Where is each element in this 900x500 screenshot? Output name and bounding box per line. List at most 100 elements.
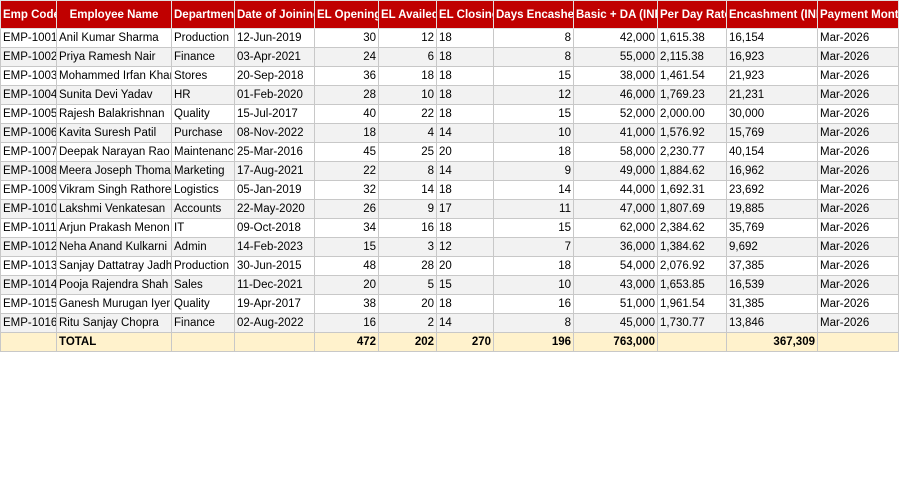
department-cell[interactable]: IT [171, 218, 235, 238]
el-opening-cell[interactable]: 48 [314, 256, 379, 276]
el-availed-cell[interactable]: 8 [378, 161, 437, 181]
date-of-joining-cell[interactable]: 25-Mar-2016 [234, 142, 315, 162]
date-of-joining-cell[interactable]: 22-May-2020 [234, 199, 315, 219]
department-cell[interactable]: Sales [171, 275, 235, 295]
date-of-joining-cell[interactable]: 09-Oct-2018 [234, 218, 315, 238]
date-of-joining-cell[interactable]: 17-Aug-2021 [234, 161, 315, 181]
date-of-joining-cell[interactable]: 19-Apr-2017 [234, 294, 315, 314]
emp-code-cell[interactable]: EMP-1014 [0, 275, 57, 295]
date-of-joining-cell[interactable]: 02-Aug-2022 [234, 313, 315, 333]
department-cell[interactable]: Finance [171, 313, 235, 333]
per-day-rate-cell[interactable]: 1,615.38 [657, 28, 727, 48]
per-day-rate-cell[interactable]: 1,769.23 [657, 85, 727, 105]
el-availed-cell[interactable]: 2 [378, 313, 437, 333]
el-availed-cell[interactable]: 5 [378, 275, 437, 295]
el-opening-cell[interactable]: 32 [314, 180, 379, 200]
payment-month-cell[interactable]: Mar-2026 [817, 85, 899, 105]
encashment-cell[interactable]: 23,692 [726, 180, 818, 200]
employee-name-cell[interactable]: Ganesh Murugan Iyer [56, 294, 172, 314]
header-per-day-rate[interactable]: Per Day Rate [657, 0, 727, 29]
payment-month-cell[interactable]: Mar-2026 [817, 142, 899, 162]
days-encashed-cell[interactable]: 18 [493, 256, 574, 276]
el-opening-cell[interactable]: 38 [314, 294, 379, 314]
basic-da-cell[interactable]: 51,000 [573, 294, 658, 314]
emp-code-cell[interactable]: EMP-1006 [0, 123, 57, 143]
department-cell[interactable]: Stores [171, 66, 235, 86]
employee-name-cell[interactable]: Kavita Suresh Patil [56, 123, 172, 143]
el-availed-cell[interactable]: 28 [378, 256, 437, 276]
encashment-cell[interactable]: 15,769 [726, 123, 818, 143]
emp-code-cell[interactable]: EMP-1005 [0, 104, 57, 124]
emp-code-cell[interactable]: EMP-1013 [0, 256, 57, 276]
el-closing-cell[interactable]: 18 [436, 218, 494, 238]
el-availed-cell[interactable]: 6 [378, 47, 437, 67]
total-empty-cell[interactable] [234, 332, 315, 352]
el-availed-cell[interactable]: 20 [378, 294, 437, 314]
encashment-cell[interactable]: 21,231 [726, 85, 818, 105]
header-payment-month[interactable]: Payment Month [817, 0, 899, 29]
el-availed-cell[interactable]: 3 [378, 237, 437, 257]
payment-month-cell[interactable]: Mar-2026 [817, 123, 899, 143]
per-day-rate-cell[interactable]: 1,576.92 [657, 123, 727, 143]
total-el-closing[interactable]: 270 [436, 332, 494, 352]
el-availed-cell[interactable]: 10 [378, 85, 437, 105]
el-availed-cell[interactable]: 22 [378, 104, 437, 124]
employee-name-cell[interactable]: Ritu Sanjay Chopra [56, 313, 172, 333]
date-of-joining-cell[interactable]: 05-Jan-2019 [234, 180, 315, 200]
days-encashed-cell[interactable]: 12 [493, 85, 574, 105]
el-availed-cell[interactable]: 9 [378, 199, 437, 219]
total-empty-cell[interactable] [171, 332, 235, 352]
total-empty-cell[interactable] [0, 332, 57, 352]
basic-da-cell[interactable]: 45,000 [573, 313, 658, 333]
el-closing-cell[interactable]: 18 [436, 85, 494, 105]
el-opening-cell[interactable]: 24 [314, 47, 379, 67]
header-emp-code[interactable]: Emp Code [0, 0, 57, 29]
department-cell[interactable]: Quality [171, 104, 235, 124]
basic-da-cell[interactable]: 43,000 [573, 275, 658, 295]
el-opening-cell[interactable]: 15 [314, 237, 379, 257]
payment-month-cell[interactable]: Mar-2026 [817, 218, 899, 238]
days-encashed-cell[interactable]: 7 [493, 237, 574, 257]
basic-da-cell[interactable]: 52,000 [573, 104, 658, 124]
payment-month-cell[interactable]: Mar-2026 [817, 199, 899, 219]
el-closing-cell[interactable]: 14 [436, 123, 494, 143]
per-day-rate-cell[interactable]: 2,384.62 [657, 218, 727, 238]
header-el-opening[interactable]: EL Opening [314, 0, 379, 29]
employee-name-cell[interactable]: Lakshmi Venkatesan [56, 199, 172, 219]
department-cell[interactable]: Production [171, 256, 235, 276]
per-day-rate-cell[interactable]: 1,461.54 [657, 66, 727, 86]
encashment-cell[interactable]: 30,000 [726, 104, 818, 124]
department-cell[interactable]: Admin [171, 237, 235, 257]
encashment-cell[interactable]: 16,154 [726, 28, 818, 48]
basic-da-cell[interactable]: 44,000 [573, 180, 658, 200]
department-cell[interactable]: Purchase [171, 123, 235, 143]
emp-code-cell[interactable]: EMP-1007 [0, 142, 57, 162]
basic-da-cell[interactable]: 49,000 [573, 161, 658, 181]
days-encashed-cell[interactable]: 10 [493, 123, 574, 143]
basic-da-cell[interactable]: 54,000 [573, 256, 658, 276]
date-of-joining-cell[interactable]: 14-Feb-2023 [234, 237, 315, 257]
days-encashed-cell[interactable]: 10 [493, 275, 574, 295]
days-encashed-cell[interactable]: 11 [493, 199, 574, 219]
employee-name-cell[interactable]: Sunita Devi Yadav [56, 85, 172, 105]
department-cell[interactable]: Quality [171, 294, 235, 314]
per-day-rate-cell[interactable]: 1,653.85 [657, 275, 727, 295]
el-closing-cell[interactable]: 12 [436, 237, 494, 257]
payment-month-cell[interactable]: Mar-2026 [817, 47, 899, 67]
encashment-cell[interactable]: 13,846 [726, 313, 818, 333]
header-el-availed[interactable]: EL Availed [378, 0, 437, 29]
payment-month-cell[interactable]: Mar-2026 [817, 256, 899, 276]
emp-code-cell[interactable]: EMP-1003 [0, 66, 57, 86]
emp-code-cell[interactable]: EMP-1008 [0, 161, 57, 181]
encashment-cell[interactable]: 16,539 [726, 275, 818, 295]
header-date-of-joining[interactable]: Date of Joining [234, 0, 315, 29]
employee-name-cell[interactable]: Rajesh Balakrishnan [56, 104, 172, 124]
department-cell[interactable]: Production [171, 28, 235, 48]
per-day-rate-cell[interactable]: 1,807.69 [657, 199, 727, 219]
days-encashed-cell[interactable]: 8 [493, 28, 574, 48]
el-opening-cell[interactable]: 30 [314, 28, 379, 48]
total-label[interactable]: TOTAL [56, 332, 172, 352]
emp-code-cell[interactable]: EMP-1004 [0, 85, 57, 105]
per-day-rate-cell[interactable]: 2,076.92 [657, 256, 727, 276]
days-encashed-cell[interactable]: 15 [493, 104, 574, 124]
